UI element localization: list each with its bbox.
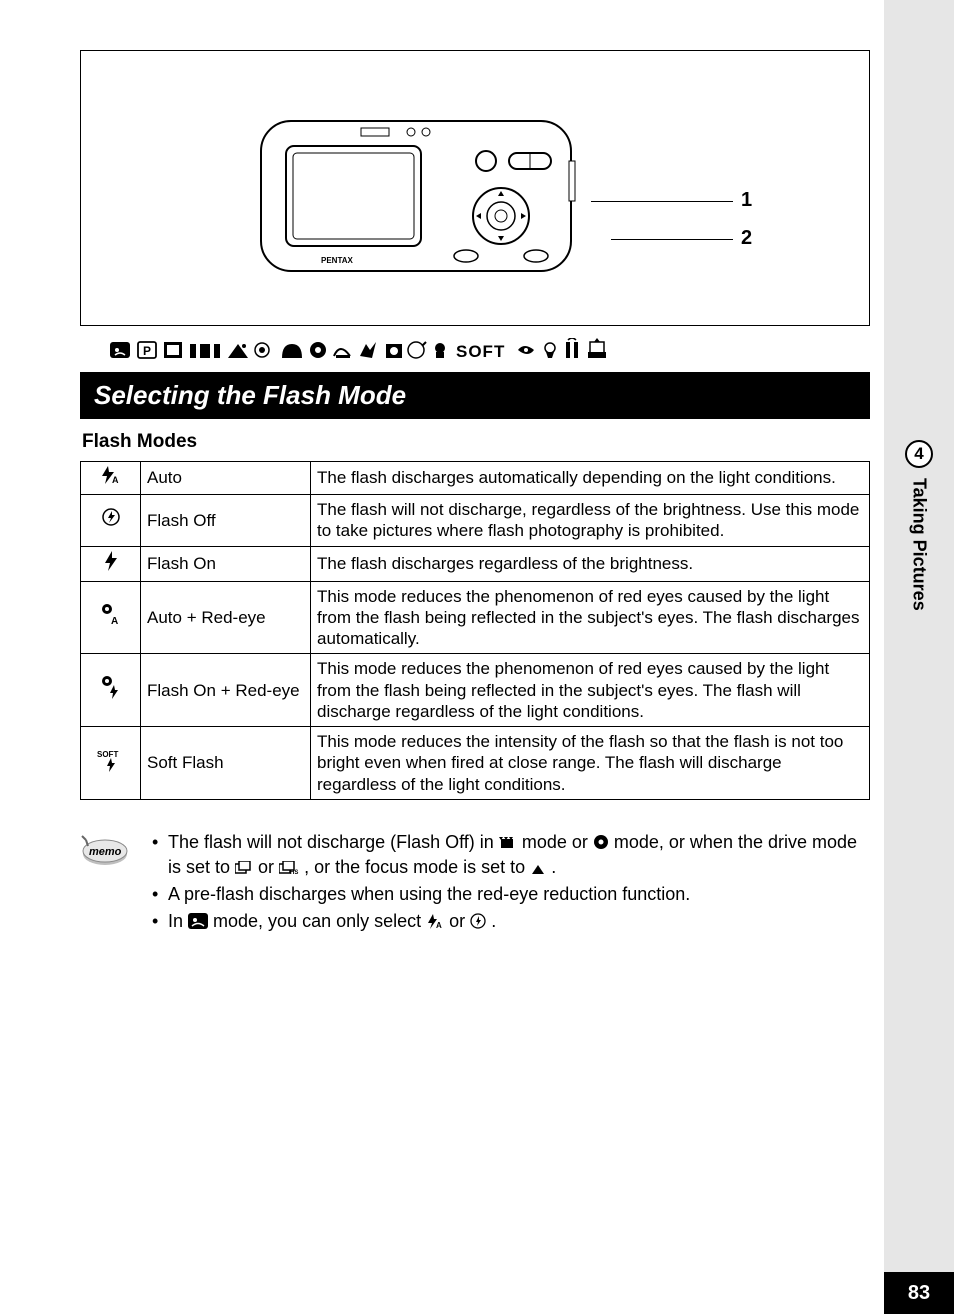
flash-modes-table: A Auto The flash discharges automaticall… — [80, 461, 870, 800]
green-mode-icon — [188, 913, 208, 929]
table-row: Flash On + Red-eye This mode reduces the… — [81, 654, 870, 727]
callout-line-1 — [591, 201, 733, 202]
continuous-icon — [235, 861, 253, 875]
camera-illustration: PENTAX — [251, 91, 591, 291]
flash-mode-desc: This mode reduces the phenomenon of red … — [311, 581, 870, 654]
flash-mode-desc: This mode reduces the intensity of the f… — [311, 727, 870, 800]
svg-text:P: P — [143, 344, 157, 358]
flash-mode-desc: The flash discharges regardless of the b… — [311, 546, 870, 581]
memo-text: A pre-flash discharges when using the re… — [168, 884, 690, 904]
memo-item: A pre-flash discharges when using the re… — [148, 882, 870, 907]
memo-text: . — [491, 911, 496, 931]
flash-off-inline-icon — [470, 913, 486, 929]
svg-text:memo: memo — [89, 846, 122, 858]
svg-text:A: A — [436, 921, 442, 929]
flash-mode-desc: This mode reduces the phenomenon of red … — [311, 654, 870, 727]
table-row: A Auto + Red-eye This mode reduces the p… — [81, 581, 870, 654]
section-heading: Selecting the Flash Mode — [80, 372, 870, 419]
flash-on-icon — [81, 546, 141, 581]
memo-text: mode or — [522, 832, 593, 852]
callout-2: 2 — [741, 227, 752, 250]
memo-text: The flash will not discharge (Flash Off)… — [168, 832, 499, 852]
soft-flash-icon: SOFT — [81, 727, 141, 800]
memo-item: In mode, you can only select A or . — [148, 909, 870, 934]
camera-diagram-box: PENTAX 1 2 — [80, 50, 870, 326]
chapter-number: 4 — [905, 440, 933, 468]
svg-text:PENTAX: PENTAX — [321, 256, 354, 265]
table-row: Flash Off The flash will not discharge, … — [81, 495, 870, 547]
flash-mode-name: Auto — [141, 462, 311, 495]
sidebar-background — [884, 0, 954, 1314]
memo-text: or — [258, 857, 279, 877]
auto-redeye-icon: A — [81, 581, 141, 654]
memo-text: mode, you can only select — [213, 911, 426, 931]
memo-list: The flash will not discharge (Flash Off)… — [148, 830, 870, 937]
flash-mode-desc: The flash discharges automatically depen… — [311, 462, 870, 495]
flash-auto-icon: A — [81, 462, 141, 495]
svg-text:HS: HS — [290, 870, 298, 875]
mode-icons-row: P SOFT — [80, 334, 870, 372]
memo-item: The flash will not discharge (Flash Off)… — [148, 830, 870, 880]
subheading-flash-modes: Flash Modes — [80, 431, 842, 453]
callout-line-2 — [611, 239, 733, 240]
flash-mode-name: Flash On + Red-eye — [141, 654, 311, 727]
table-row: A Auto The flash discharges automaticall… — [81, 462, 870, 495]
memo-text: , or the focus mode is set to — [304, 857, 530, 877]
svg-text:A: A — [111, 616, 118, 625]
voice-mode-icon — [593, 834, 609, 850]
memo-icon: memo — [80, 834, 130, 868]
memo-text: In — [168, 911, 188, 931]
continuous-hs-icon: HS — [279, 861, 299, 875]
chapter-title: Taking Pictures — [909, 478, 930, 611]
page-content: PENTAX 1 2 P SOFT — [0, 0, 872, 937]
flash-off-icon — [81, 495, 141, 547]
flash-mode-name: Soft Flash — [141, 727, 311, 800]
flash-auto-inline-icon: A — [426, 914, 444, 929]
movie-mode-icon — [499, 836, 517, 850]
callout-1: 1 — [741, 189, 752, 212]
infinity-icon — [530, 863, 546, 875]
svg-text:SOFT: SOFT — [456, 342, 505, 361]
flash-mode-name: Auto + Red-eye — [141, 581, 311, 654]
table-row: Flash On The flash discharges regardless… — [81, 546, 870, 581]
side-tab: 4 Taking Pictures — [884, 440, 954, 611]
flash-mode-desc: The flash will not discharge, regardless… — [311, 495, 870, 547]
page-number: 83 — [884, 1272, 954, 1314]
flashon-redeye-icon — [81, 654, 141, 727]
memo-text: or — [449, 911, 470, 931]
svg-text:A: A — [112, 475, 119, 484]
svg-text:SOFT: SOFT — [97, 750, 118, 759]
memo-block: memo The flash will not discharge (Flash… — [80, 830, 870, 937]
memo-text: . — [551, 857, 556, 877]
flash-mode-name: Flash On — [141, 546, 311, 581]
flash-mode-name: Flash Off — [141, 495, 311, 547]
mode-row-icons: P SOFT — [110, 338, 870, 364]
table-row: SOFT Soft Flash This mode reduces the in… — [81, 727, 870, 800]
